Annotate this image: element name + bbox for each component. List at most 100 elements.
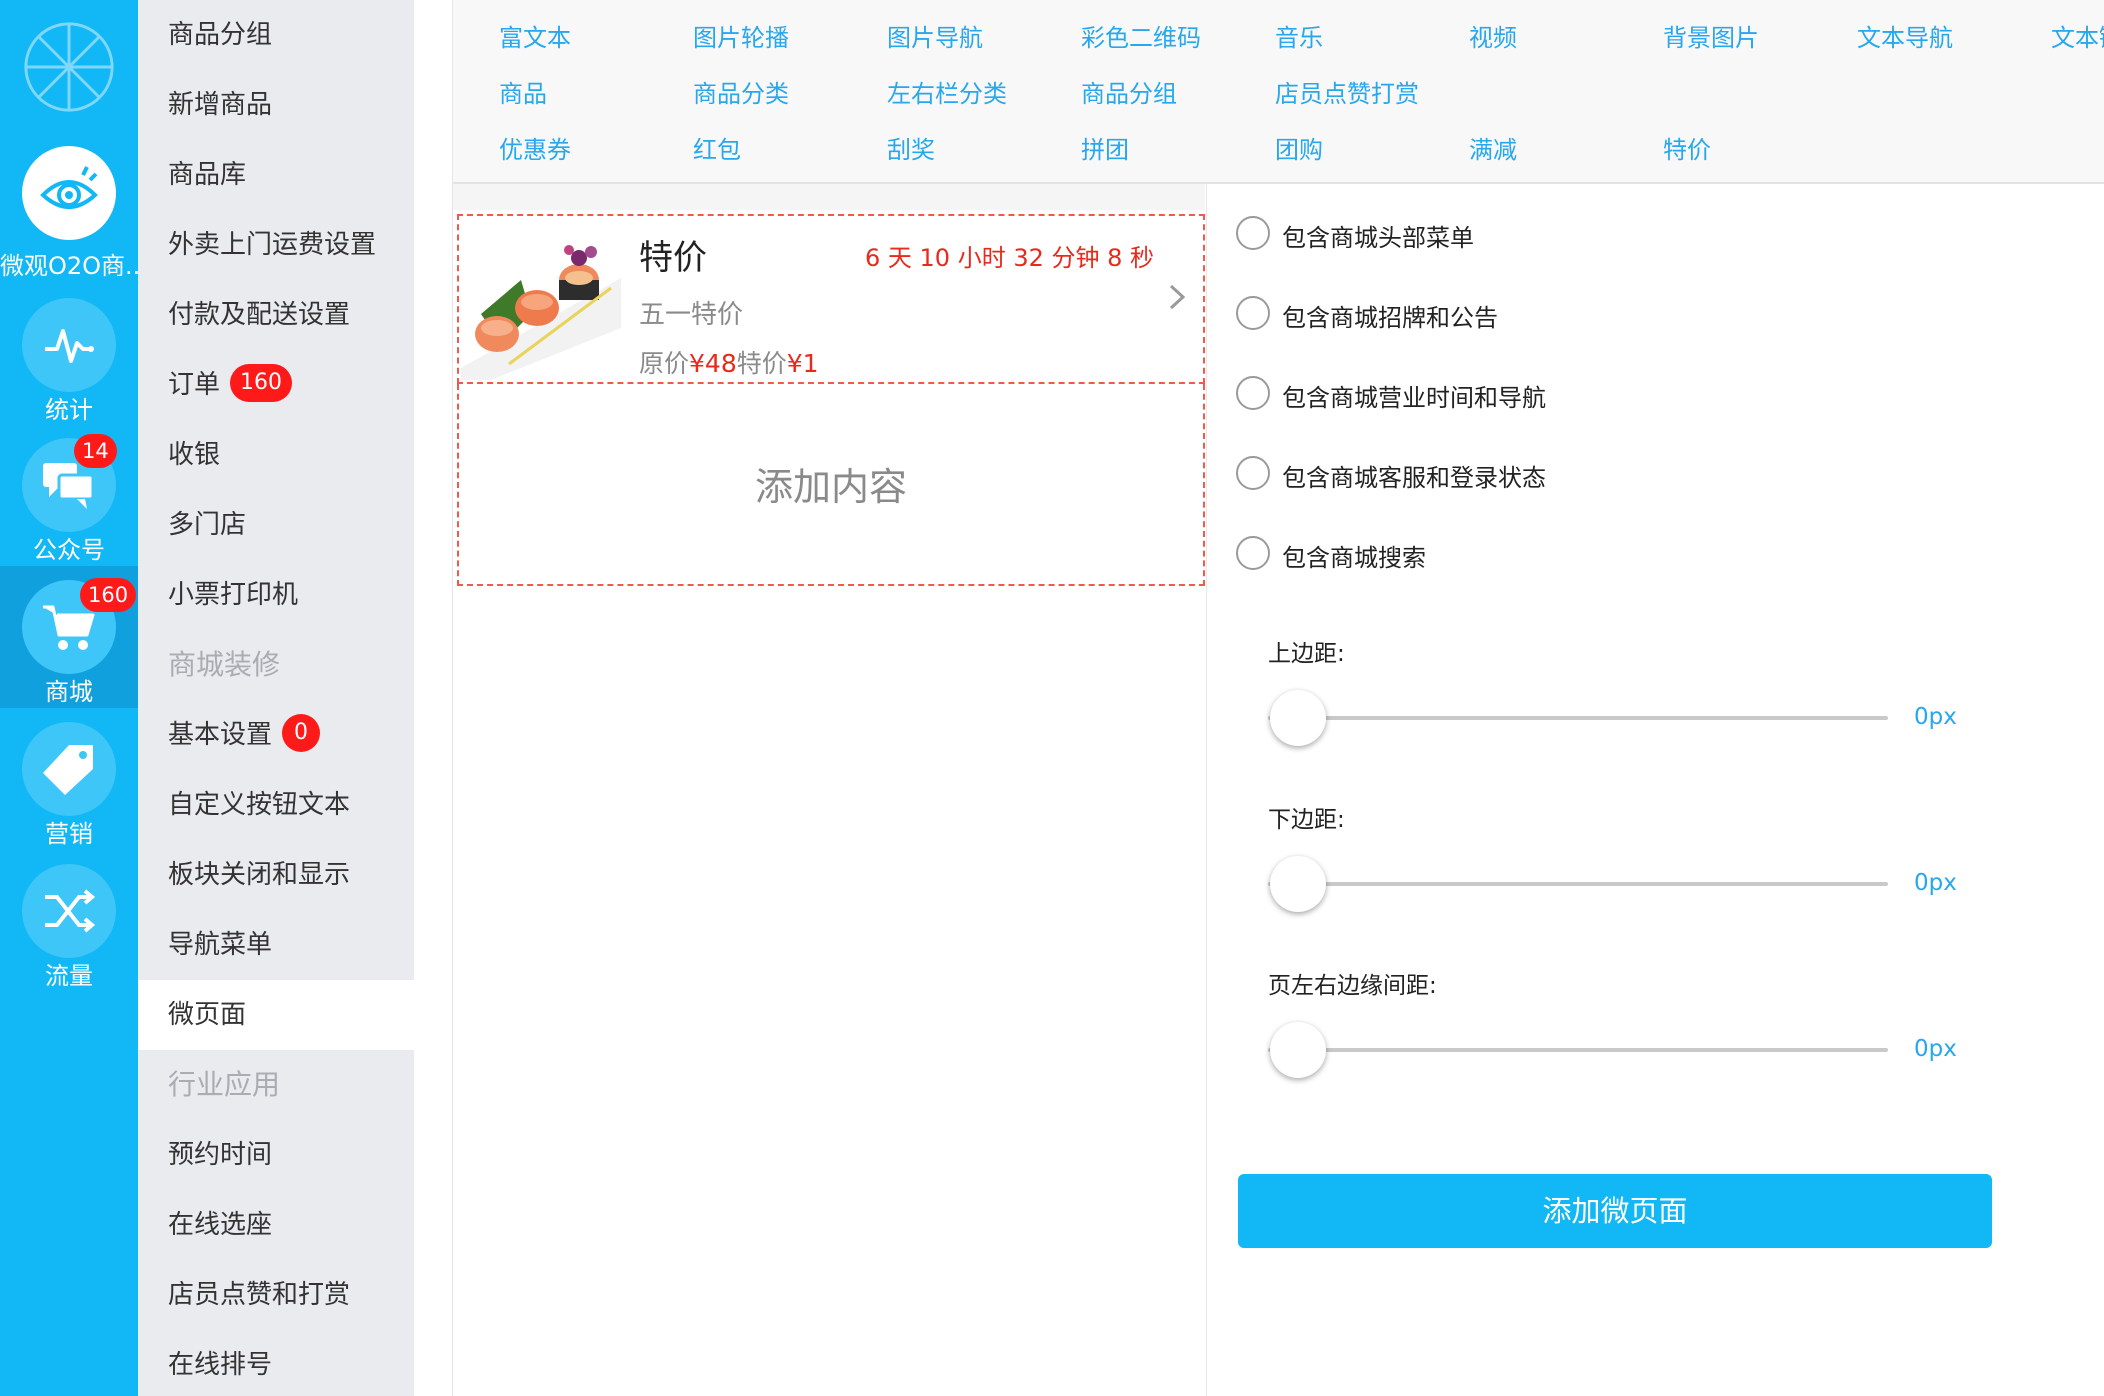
side-margin-slider[interactable] [1268, 1048, 1888, 1052]
menu-item-payment-delivery[interactable]: 付款及配送设置 [138, 280, 414, 350]
chevron-right-icon [1169, 284, 1186, 310]
rail-label: 营销 [45, 820, 93, 848]
option-label: 包含商城头部菜单 [1282, 224, 1474, 252]
menu-item-label: 小票打印机 [168, 580, 299, 610]
product-price: 原价¥48特价¥1 [639, 344, 819, 380]
option-label: 包含商城营业时间和导航 [1282, 384, 1546, 412]
menu-item-label: 新增商品 [168, 90, 273, 120]
preview-header-strip [453, 184, 1205, 210]
component-product[interactable]: 商品 [499, 74, 547, 109]
menu-item-seat-selection[interactable]: 在线选座 [138, 1190, 414, 1260]
top-margin-slider-handle[interactable] [1270, 690, 1326, 746]
top-margin-slider[interactable] [1268, 716, 1888, 720]
secondary-menu: 商品分组 新增商品 商品库 外卖上门运费设置 付款及配送设置 订单 160 收银 … [138, 0, 414, 1396]
menu-item-label: 外卖上门运费设置 [168, 230, 377, 260]
component-text-link[interactable]: 文本链 [2051, 18, 2104, 53]
rail-item-mall[interactable]: 160 商城 [0, 566, 138, 708]
component-red-packet[interactable]: 红包 [693, 130, 741, 165]
eye-icon [22, 146, 116, 240]
menu-item-label: 预约时间 [168, 1140, 273, 1170]
radio-button[interactable] [1236, 376, 1270, 410]
bottom-margin-value: 0px [1914, 870, 1957, 896]
menu-item-label: 在线排号 [168, 1350, 273, 1380]
original-price-label: 原价 [639, 349, 690, 378]
sale-price: ¥1 [786, 349, 819, 378]
component-staff-tips[interactable]: 店员点赞打赏 [1275, 74, 1419, 109]
component-color-qrcode[interactable]: 彩色二维码 [1081, 18, 1201, 53]
component-video[interactable]: 视频 [1469, 18, 1517, 53]
app-rail: 微观O2O商... 统计 14 公众号 160 商城 营销 流量 [0, 0, 138, 1396]
rail-item-account[interactable]: 微观O2O商... [0, 140, 138, 282]
side-margin-label: 页左右边缘间距: [1268, 973, 1437, 999]
radio-button[interactable] [1236, 296, 1270, 330]
menu-item-multi-store[interactable]: 多门店 [138, 490, 414, 560]
rail-label: 商城 [45, 678, 93, 706]
menu-item-product-library[interactable]: 商品库 [138, 140, 414, 210]
rail-item-official-account[interactable]: 14 公众号 [0, 424, 138, 566]
menu-item-cashier[interactable]: 收银 [138, 420, 414, 490]
component-background-image[interactable]: 背景图片 [1663, 18, 1759, 53]
menu-item-staff-tips[interactable]: 店员点赞和打赏 [138, 1260, 414, 1330]
radio-button[interactable] [1236, 456, 1270, 490]
component-music[interactable]: 音乐 [1275, 18, 1323, 53]
rail-item-stats[interactable]: 统计 [0, 282, 138, 424]
add-content-area[interactable]: 添加内容 [457, 384, 1205, 586]
add-content-label: 添加内容 [754, 465, 907, 509]
settings-count-badge: 0 [282, 713, 321, 752]
menu-item-nav-menu[interactable]: 导航菜单 [138, 910, 414, 980]
menu-section-mall-decoration: 商城装修 [138, 630, 414, 700]
menu-item-label: 板块关闭和显示 [168, 860, 351, 890]
component-scratch-card[interactable]: 刮奖 [887, 130, 935, 165]
component-team-purchase[interactable]: 团购 [1275, 130, 1323, 165]
menu-section-label: 行业应用 [168, 1068, 281, 1101]
countdown-timer: 6 天 10 小时 32 分钟 8 秒 [865, 244, 1155, 272]
menu-item-reservation-time[interactable]: 预约时间 [138, 1120, 414, 1190]
component-rich-text[interactable]: 富文本 [499, 18, 571, 53]
rail-item-marketing[interactable]: 营销 [0, 708, 138, 850]
menu-item-label: 收银 [168, 440, 221, 470]
component-text-nav[interactable]: 文本导航 [1857, 18, 1953, 53]
menu-item-label: 店员点赞和打赏 [168, 1280, 351, 1310]
menu-item-micro-page[interactable]: 微页面 [138, 980, 414, 1050]
top-margin-value: 0px [1914, 704, 1957, 730]
radio-button[interactable] [1236, 536, 1270, 570]
side-margin-value: 0px [1914, 1036, 1957, 1062]
menu-item-label: 订单 [168, 370, 221, 400]
menu-item-basic-settings[interactable]: 基本设置 0 [138, 700, 414, 770]
menu-item-product-groups[interactable]: 商品分组 [138, 0, 414, 70]
menu-section-label: 商城装修 [168, 648, 281, 681]
option-label: 包含商城客服和登录状态 [1282, 464, 1546, 492]
side-margin-slider-handle[interactable] [1270, 1022, 1326, 1078]
option-label: 包含商城搜索 [1282, 544, 1426, 572]
rail-label: 公众号 [33, 536, 105, 564]
menu-item-queue-number[interactable]: 在线排号 [138, 1330, 414, 1396]
menu-item-add-product[interactable]: 新增商品 [138, 70, 414, 140]
component-special-price[interactable]: 特价 [1663, 130, 1711, 165]
wheel-logo-icon [24, 22, 114, 112]
rail-label: 微观O2O商... [0, 252, 138, 280]
component-coupon[interactable]: 优惠券 [499, 130, 571, 165]
product-image [461, 218, 621, 380]
rail-label: 流量 [45, 962, 93, 990]
option-label: 包含商城招牌和公告 [1282, 304, 1498, 332]
menu-item-delivery-fee[interactable]: 外卖上门运费设置 [138, 210, 414, 280]
special-price-block[interactable]: 特价 6 天 10 小时 32 分钟 8 秒 五一特价 原价¥48特价¥1 [457, 214, 1205, 384]
bottom-margin-slider[interactable] [1268, 882, 1888, 886]
menu-item-block-visibility[interactable]: 板块关闭和显示 [138, 840, 414, 910]
bottom-margin-slider-handle[interactable] [1270, 856, 1326, 912]
menu-item-orders[interactable]: 订单 160 [138, 350, 414, 420]
rail-item-traffic[interactable]: 流量 [0, 850, 138, 992]
order-count-badge: 160 [230, 363, 293, 402]
component-image-carousel[interactable]: 图片轮播 [693, 18, 789, 53]
radio-button[interactable] [1236, 216, 1270, 250]
menu-item-receipt-printer[interactable]: 小票打印机 [138, 560, 414, 630]
component-two-column-category[interactable]: 左右栏分类 [887, 74, 1007, 109]
tag-icon [22, 722, 116, 816]
add-micro-page-button[interactable]: 添加微页面 [1238, 1174, 1992, 1248]
component-image-nav[interactable]: 图片导航 [887, 18, 983, 53]
menu-item-custom-button-text[interactable]: 自定义按钮文本 [138, 770, 414, 840]
component-product-group[interactable]: 商品分组 [1081, 74, 1177, 109]
component-discount[interactable]: 满减 [1469, 130, 1517, 165]
component-group-buy[interactable]: 拼团 [1081, 130, 1129, 165]
component-product-category[interactable]: 商品分类 [693, 74, 789, 109]
